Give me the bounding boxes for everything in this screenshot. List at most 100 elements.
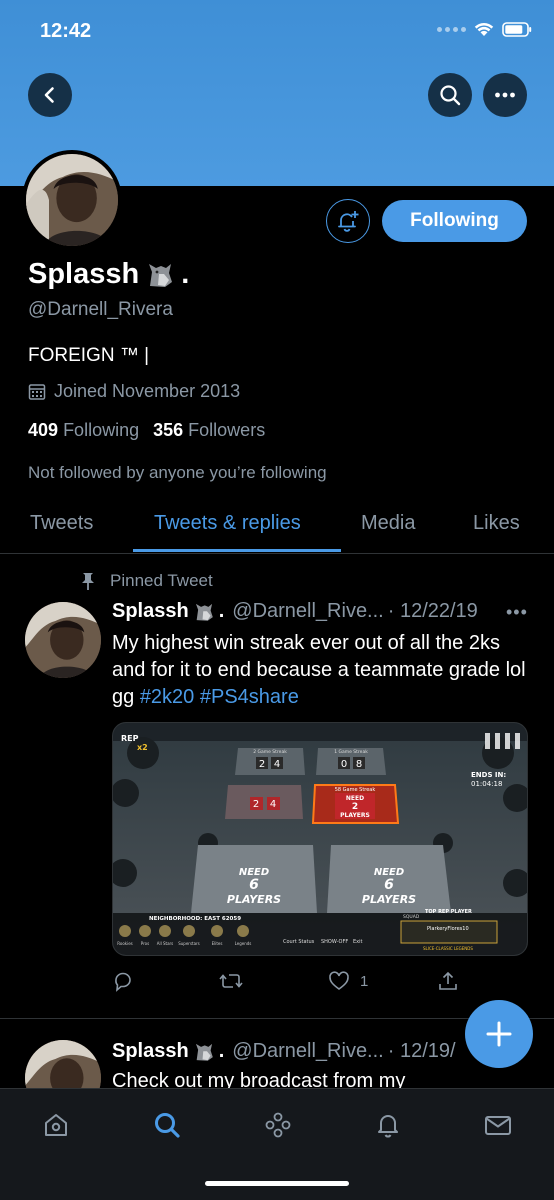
show-off-label: SHOW-OFF	[321, 939, 348, 945]
back-arrow-icon	[44, 87, 54, 103]
hashtag-link[interactable]: #PS4share	[200, 686, 299, 708]
wolf-emoji-icon	[195, 1043, 213, 1061]
followers-label: Followers	[188, 420, 266, 440]
notifications-toggle-button[interactable]	[326, 199, 370, 243]
like-button[interactable]: 1	[328, 970, 368, 992]
compose-plus-icon	[486, 1021, 512, 1047]
rep-tier-label: SLICE-CLASSIC LEGENDS	[423, 946, 473, 951]
tier-label: Superstars	[178, 941, 200, 946]
tab-tweets[interactable]: Tweets	[30, 512, 93, 535]
score-digit: 4	[270, 799, 276, 810]
nav-home[interactable]	[36, 1107, 76, 1143]
tweet-more-button[interactable]: •••	[506, 602, 528, 623]
followers-stat[interactable]: 356 Followers	[153, 420, 265, 441]
court-label: 2 Game Streak	[253, 749, 287, 755]
tab-likes[interactable]: Likes	[473, 512, 520, 535]
search-icon	[440, 85, 461, 106]
back-button[interactable]	[28, 73, 72, 117]
home-icon	[45, 1114, 67, 1136]
nav-notifications[interactable]	[368, 1107, 408, 1143]
tweet-avatar[interactable]	[25, 602, 101, 678]
tweet-text: My highest win streak ever out of all th…	[112, 630, 532, 711]
pinned-text: Pinned Tweet	[110, 571, 213, 590]
tier-label: Rookies	[117, 941, 132, 946]
squad-label: SQUAD	[403, 914, 420, 920]
more-icon	[495, 92, 515, 98]
tabs-divider	[0, 553, 554, 554]
heart-icon	[329, 971, 349, 990]
reply-icon	[115, 972, 131, 992]
compose-tweet-button[interactable]	[465, 1000, 533, 1068]
tweet-text: Check out my broadcast from my	[112, 1070, 406, 1088]
wolf-emoji-icon	[195, 603, 213, 621]
tweet-author-name[interactable]: Splassh	[112, 1040, 189, 1063]
display-name-suffix: .	[181, 258, 190, 290]
not-followed-notice: Not followed by anyone you’re following	[28, 463, 327, 482]
court-status-label: Court Status	[283, 939, 315, 945]
players-label: PLAYERS	[362, 893, 416, 906]
streak-label: 58 Game Streak	[335, 787, 376, 793]
score-digit: 2	[253, 799, 259, 810]
retweet-icon	[219, 974, 243, 988]
signal-icon	[437, 27, 466, 32]
nav-spaces[interactable]	[258, 1107, 298, 1143]
share-button[interactable]	[437, 970, 459, 992]
nav-messages[interactable]	[478, 1107, 518, 1143]
calendar-icon	[28, 383, 46, 400]
bottom-nav	[0, 1088, 554, 1200]
messages-icon	[485, 1116, 511, 1135]
retweet-button[interactable]	[218, 970, 244, 992]
notifications-icon	[378, 1115, 398, 1138]
joined-text: Joined November 2013	[54, 381, 241, 401]
joined-date: Joined November 2013	[28, 381, 240, 402]
need-number: 6	[384, 877, 394, 893]
reply-button[interactable]	[112, 970, 134, 992]
search-icon	[155, 1113, 180, 1138]
following-button[interactable]: Following	[382, 200, 527, 242]
status-bar: 12:42	[0, 0, 554, 66]
display-name: Splassh .	[28, 258, 189, 291]
search-button[interactable]	[428, 73, 472, 117]
score-digit: 2	[259, 759, 265, 770]
tweet-author-name[interactable]: Splassh	[112, 600, 189, 623]
pin-icon	[82, 573, 94, 590]
rep-multiplier: x2	[137, 743, 148, 752]
wolf-emoji-icon	[149, 263, 173, 287]
hashtag-link[interactable]: #2k20	[140, 686, 195, 708]
profile-bio: FOREIGN ™ |	[28, 345, 150, 366]
like-count: 1	[360, 972, 369, 990]
tier-label: Pros	[141, 941, 149, 946]
wifi-icon	[474, 22, 494, 36]
following-stat[interactable]: 409 Following	[28, 420, 139, 441]
rep-player-name: PlarkeryFlores10	[427, 926, 469, 932]
more-button[interactable]	[483, 73, 527, 117]
tweet-header: Splassh . @Darnell_Rive... · 12/19/	[112, 1040, 456, 1063]
court-label: 1 Game Streak	[334, 749, 368, 755]
status-time: 12:42	[40, 20, 92, 42]
nav-search[interactable]	[147, 1107, 187, 1143]
profile-avatar[interactable]	[22, 150, 122, 250]
neighborhood-label: NEIGHBORHOOD: EAST 62059	[149, 916, 241, 922]
need-number: 2	[352, 802, 358, 812]
tab-tweets-replies[interactable]: Tweets & replies	[154, 512, 301, 535]
follow-stats: 409 Following 356 Followers	[28, 420, 265, 441]
ends-in-time: 01:04:18	[471, 780, 502, 788]
tweet-date: · 12/19/	[387, 1040, 456, 1062]
exit-label: Exit	[353, 939, 363, 945]
tweet-header: Splassh . @Darnell_Rive... · 12/22/19	[112, 600, 478, 623]
score-digit: 8	[356, 759, 362, 770]
tweet-author-suffix: .	[218, 600, 225, 622]
tab-media[interactable]: Media	[361, 512, 415, 535]
top-rep-label: TOP REP PLAYER	[425, 909, 472, 915]
score-digit: 0	[341, 759, 347, 770]
tier-label: All Stars	[157, 941, 174, 946]
tweet-date: · 12/22/19	[387, 600, 478, 622]
score-digit: 4	[274, 759, 280, 770]
display-name-text: Splassh	[28, 258, 140, 290]
tweet-media-image[interactable]: 2 Game Streak 1 Game Streak 2 4 0 8 2 4 …	[112, 722, 528, 956]
status-icons	[437, 22, 532, 37]
following-count: 409	[28, 420, 59, 440]
home-indicator[interactable]	[205, 1181, 349, 1186]
active-tab-indicator	[133, 549, 341, 552]
battery-icon	[502, 22, 532, 37]
